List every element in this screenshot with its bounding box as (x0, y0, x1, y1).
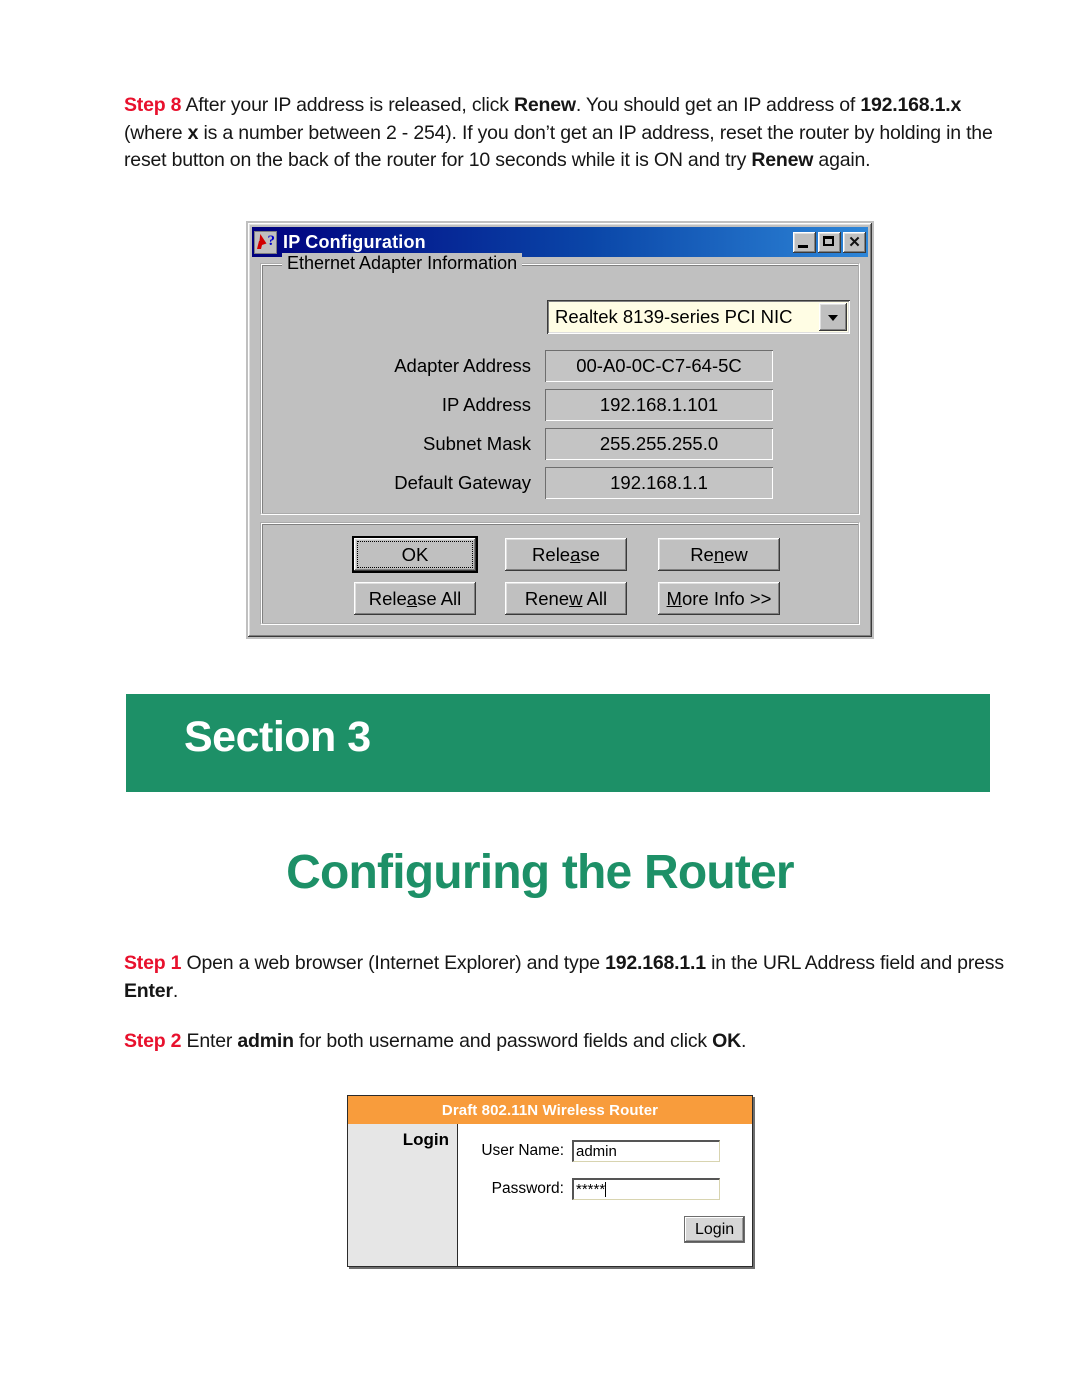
step1-label: Step 1 (124, 952, 182, 974)
renew-all-button-label: Renew All (524, 587, 608, 609)
release-all-button-label: Release All (368, 587, 462, 609)
login-submit-label: Login (695, 1220, 735, 1238)
adapter-select-dropdown[interactable]: Realtek 8139-series PCI NIC (547, 300, 850, 334)
focus-rectangle (357, 541, 473, 568)
renew-button-label: Renew (690, 543, 748, 565)
password-input-value: ***** (576, 1181, 606, 1198)
renew-button[interactable]: Renew (658, 538, 780, 571)
page-title: Configuring the Router (286, 846, 794, 899)
release-button-label: Release (532, 543, 600, 565)
username-input[interactable]: admin (572, 1140, 720, 1162)
step8-paragraph: Step 8 After your IP address is released… (124, 94, 993, 171)
password-input[interactable]: ***** (572, 1178, 720, 1200)
router-login-sidebar-title: Login (402, 1130, 449, 1149)
window-controls: ✕ (793, 231, 868, 253)
ip-address-value: 192.168.1.101 (545, 389, 773, 421)
section-banner-label: Section 3 (184, 713, 371, 761)
close-button[interactable]: ✕ (843, 231, 866, 253)
password-row: Password: ***** (459, 1178, 720, 1200)
chevron-down-icon[interactable] (819, 303, 847, 331)
default-gateway-label: Default Gateway (394, 472, 531, 493)
field-row-subnet-mask: Subnet Mask 255.255.255.0 (278, 426, 848, 462)
renew-all-button[interactable]: Renew All (505, 582, 627, 615)
router-login-body: User Name: admin Password: ***** Login (459, 1124, 752, 1266)
adapter-select-value: Realtek 8139-series PCI NIC (555, 306, 793, 327)
field-row-adapter-address: Adapter Address 00-A0-0C-C7-64-5C (278, 348, 848, 384)
adapter-address-value: 00-A0-0C-C7-64-5C (545, 350, 773, 382)
username-input-value: admin (576, 1143, 617, 1160)
release-all-button[interactable]: Release All (354, 582, 476, 615)
text-caret (605, 1182, 607, 1197)
step2-label: Step 2 (124, 1030, 182, 1052)
ip-address-label: IP Address (441, 394, 531, 415)
password-label: Password: (491, 1180, 564, 1197)
step8-label: Step 8 (124, 94, 182, 116)
default-gateway-value: 192.168.1.1 (545, 467, 773, 499)
minimize-button[interactable] (793, 231, 816, 253)
more-info-button-label: More Info >> (666, 587, 772, 609)
router-login-header: Draft 802.11N Wireless Router (348, 1096, 752, 1124)
more-info-button[interactable]: More Info >> (658, 582, 780, 615)
adapter-address-label: Adapter Address (394, 355, 531, 376)
ip-config-icon: ? (254, 230, 277, 254)
router-login-panel: Draft 802.11N Wireless Router Login User… (347, 1095, 753, 1267)
maximize-button[interactable] (818, 231, 841, 253)
field-row-default-gateway: Default Gateway 192.168.1.1 (278, 465, 848, 501)
section-banner: Section 3 (126, 694, 990, 792)
ip-configuration-window[interactable]: ? IP Configuration ✕ Ethernet Adapter In… (246, 221, 874, 639)
close-icon: ✕ (848, 233, 861, 251)
ip-config-window-title: IP Configuration (283, 231, 426, 252)
step1-paragraph: Step 1 Open a web browser (Internet Expl… (124, 952, 1004, 1002)
release-button[interactable]: Release (505, 538, 627, 571)
username-row: User Name: admin (459, 1140, 720, 1162)
dialog-button-panel: OK Release Renew Release All Renew All M… (260, 522, 860, 625)
login-submit-button[interactable]: Login (684, 1216, 746, 1243)
ok-button[interactable]: OK (352, 536, 478, 573)
field-row-ip-address: IP Address 192.168.1.101 (278, 387, 848, 423)
subnet-mask-label: Subnet Mask (423, 433, 531, 454)
username-label: User Name: (481, 1142, 564, 1159)
subnet-mask-value: 255.255.255.0 (545, 428, 773, 460)
router-login-sidebar: Login (348, 1124, 458, 1266)
groupbox-legend: Ethernet Adapter Information (282, 253, 523, 274)
step2-paragraph: Step 2 Enter admin for both username and… (124, 1030, 747, 1052)
